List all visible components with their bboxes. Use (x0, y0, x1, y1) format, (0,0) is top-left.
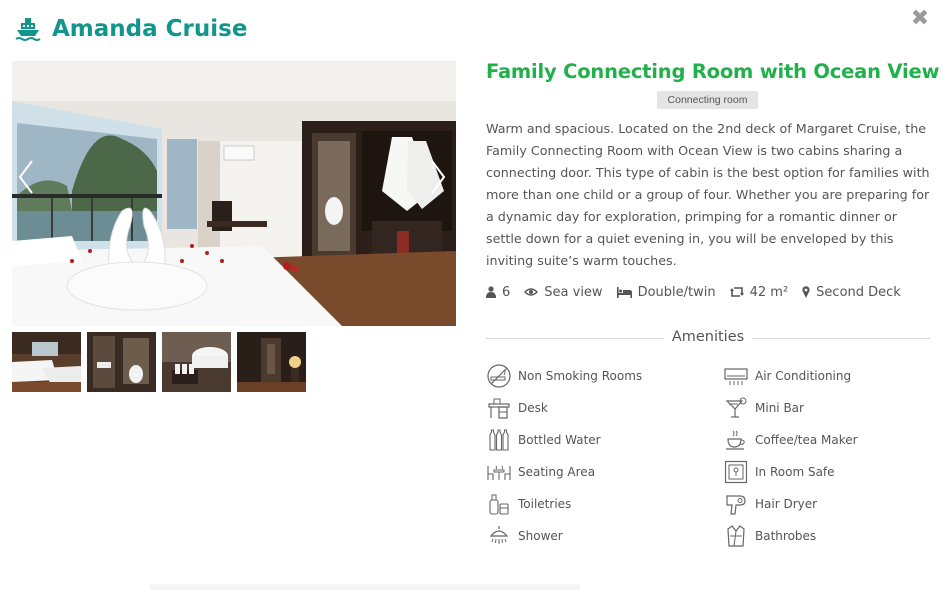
spec-text: Second Deck (816, 284, 901, 300)
area-icon (729, 286, 744, 298)
seating-icon (486, 459, 512, 485)
amenity-shower: Shower (486, 522, 563, 550)
spec-view: Sea view (524, 284, 603, 300)
amenity-label: Bathrobes (755, 529, 817, 543)
amenity-hair-dryer: Hair Dryer (723, 490, 817, 518)
cabin-photo (12, 61, 456, 326)
amenity-label: In Room Safe (755, 465, 835, 479)
amenity-label: Hair Dryer (755, 497, 818, 511)
shower-icon (486, 523, 512, 549)
close-icon[interactable]: ✖ (909, 8, 931, 30)
amenity-label: Desk (518, 401, 548, 415)
spec-area: 42 m² (729, 284, 789, 300)
toiletries-icon (486, 491, 512, 517)
amenity-bottled-water: Bottled Water (486, 426, 601, 454)
amenity-in-room-safe: In Room Safe (723, 458, 835, 486)
user-icon (486, 286, 496, 298)
spec-deck: Second Deck (802, 285, 901, 300)
bed-icon (616, 286, 632, 298)
map-marker-icon (802, 286, 810, 298)
hair-dryer-icon (723, 491, 749, 517)
modal-header: Amanda Cruise (14, 12, 247, 46)
eye-icon (524, 287, 539, 297)
room-specs: 6 Sea view Double/twin 42 m² Second Deck (486, 282, 915, 302)
modal-footer-shadow (150, 584, 580, 590)
chevron-right-icon[interactable] (428, 157, 448, 197)
amenities-heading-row: Amenities (486, 328, 930, 350)
spec-text: 6 (502, 284, 511, 300)
brand-name: Amanda Cruise (52, 16, 248, 42)
amenity-non-smoking: Non Smoking Rooms (486, 362, 642, 390)
chevron-left-icon[interactable] (16, 157, 36, 197)
thumbnail-hallway[interactable] (237, 332, 306, 392)
thumbnail-strip (12, 332, 306, 392)
ship-icon (14, 15, 42, 43)
spec-occupancy: 6 (486, 285, 510, 300)
room-description: Warm and spacious. Located on the 2nd de… (486, 121, 930, 268)
room-type-badge: Connecting room (657, 91, 758, 109)
amenity-label: Mini Bar (755, 401, 804, 415)
amenity-toiletries: Toiletries (486, 490, 571, 518)
divider (752, 338, 930, 339)
cocktail-icon (723, 395, 749, 421)
amenity-label: Seating Area (518, 465, 596, 479)
coffee-cup-icon (723, 427, 749, 453)
spec-bed: Double/twin (616, 284, 716, 300)
amenity-label: Toiletries (518, 497, 572, 511)
amenity-label: Non Smoking Rooms (518, 369, 643, 383)
amenity-label: Shower (518, 529, 563, 543)
bathrobe-icon (723, 523, 749, 549)
amenity-coffee-tea-maker: Coffee/tea Maker (723, 426, 858, 454)
air-conditioner-icon (723, 363, 749, 389)
amenity-label: Coffee/tea Maker (755, 433, 858, 447)
thumbnail-twin-beds[interactable] (12, 332, 81, 392)
thumbnail-bathtub[interactable] (162, 332, 231, 392)
amenity-mini-bar: Mini Bar (723, 394, 804, 422)
amenity-label: Air Conditioning (755, 369, 852, 383)
desk-icon (486, 395, 512, 421)
amenity-air-conditioning: Air Conditioning (723, 362, 851, 390)
room-title: Family Connecting Room with Ocean View (486, 60, 940, 83)
spec-text: Double/twin (637, 284, 716, 300)
amenity-seating-area: Seating Area (486, 458, 595, 486)
amenities-heading: Amenities (671, 329, 745, 345)
amenity-bathrobes: Bathrobes (723, 522, 816, 550)
amenity-label: Bottled Water (518, 433, 601, 447)
thumbnail-bathroom[interactable] (87, 332, 156, 392)
spec-text: 42 m² (749, 284, 789, 300)
bottles-icon (486, 427, 512, 453)
safe-icon (723, 459, 749, 485)
spec-text: Sea view (544, 284, 603, 300)
amenity-desk: Desk (486, 394, 548, 422)
no-smoking-icon (486, 363, 512, 389)
